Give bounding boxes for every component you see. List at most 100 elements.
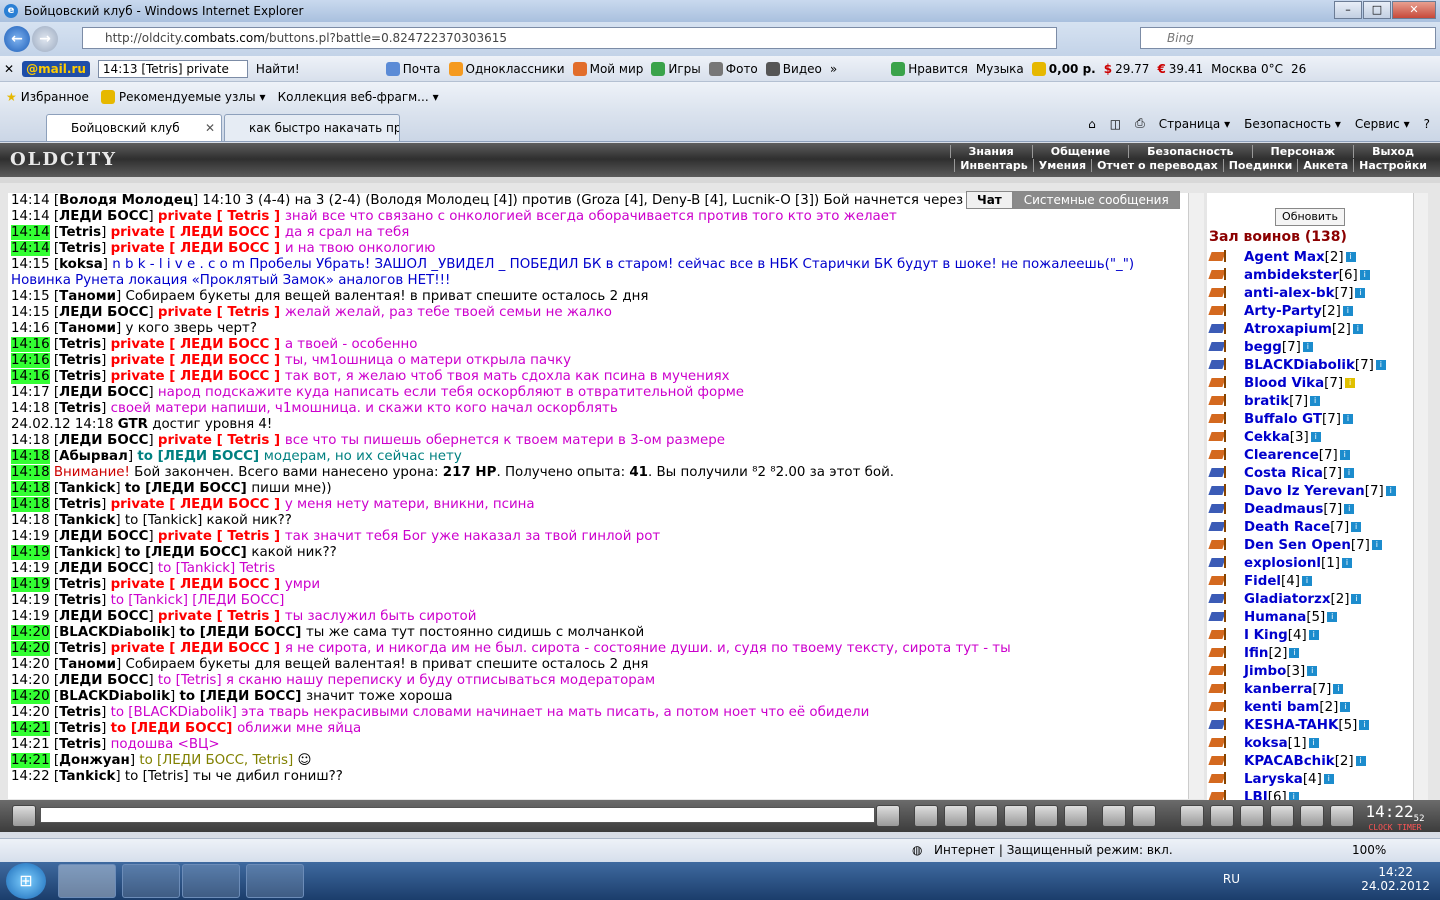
info-icon[interactable]: i <box>1351 594 1362 604</box>
maximize-button[interactable]: □ <box>1363 1 1391 19</box>
chat-fragment[interactable]: Абырвал <box>59 449 128 464</box>
more-chevron[interactable]: » <box>830 62 837 76</box>
enter-battle-icon[interactable] <box>1208 699 1232 715</box>
chat-time[interactable]: 14:18 <box>11 465 50 480</box>
photo-link[interactable]: Фото <box>708 61 758 76</box>
enter-battle-icon[interactable] <box>1208 303 1232 319</box>
chat-time[interactable]: 14:18 <box>11 513 50 528</box>
enter-battle-icon[interactable] <box>1208 555 1232 571</box>
info-icon[interactable]: i <box>1323 774 1334 784</box>
user-name[interactable]: Atroxapium <box>1244 322 1332 337</box>
tab-system-messages[interactable]: Системные сообщения <box>1012 191 1180 209</box>
user-name[interactable]: Agent Max <box>1244 250 1325 265</box>
chat-fragment[interactable]: ЛЕДИ БОСС <box>59 385 148 400</box>
chat-fragment[interactable]: Tetris <box>59 225 101 240</box>
forward-button[interactable]: → <box>32 26 58 52</box>
info-icon[interactable]: i <box>1343 468 1354 478</box>
user-row[interactable]: Buffalo GT [7] i <box>1207 410 1427 428</box>
user-row[interactable]: explosionl [1] i <box>1207 554 1427 572</box>
chat-fragment[interactable]: to [ЛЕДИ БОСС] <box>180 689 306 704</box>
chat-fragment[interactable]: Tetris <box>59 737 101 752</box>
enter-battle-icon[interactable] <box>1208 771 1232 787</box>
enter-battle-icon[interactable] <box>1208 789 1232 800</box>
chat-fragment[interactable]: ЛЕДИ БОСС <box>59 609 148 624</box>
chat-time[interactable]: 14:21 <box>11 753 50 768</box>
chat-fragment[interactable]: to [ЛЕДИ БОСС] <box>125 545 251 560</box>
menu-knowledge[interactable]: Знания <box>949 145 1032 158</box>
enter-battle-icon[interactable] <box>1208 447 1232 463</box>
info-icon[interactable]: i <box>1308 630 1319 640</box>
chat-fragment[interactable]: Tetris <box>59 705 101 720</box>
info-icon[interactable]: i <box>1310 396 1321 406</box>
close-button[interactable]: ✕ <box>1392 1 1436 19</box>
info-icon[interactable]: i <box>1333 684 1344 694</box>
chat-fragment[interactable]: to [ЛЕДИ БОСС] <box>125 481 251 496</box>
enter-battle-icon[interactable] <box>1208 501 1232 517</box>
info-icon[interactable]: i <box>1371 540 1382 550</box>
help-icon[interactable]: ? <box>1424 117 1430 131</box>
chat-fragment[interactable]: to [ЛЕДИ БОСС] <box>180 625 306 640</box>
chat-time[interactable]: 24.02.12 14:18 <box>11 417 113 432</box>
user-row[interactable]: Blood Vika [7] i <box>1207 374 1427 392</box>
info-icon[interactable]: i <box>1307 666 1318 676</box>
enter-battle-icon[interactable] <box>1208 339 1232 355</box>
info-icon[interactable]: i <box>1302 342 1313 352</box>
menu-communication[interactable]: Общение <box>1031 145 1128 158</box>
user-row[interactable]: begg [7] i <box>1207 338 1427 356</box>
user-name[interactable]: Arty-Party <box>1244 304 1322 319</box>
enter-battle-icon[interactable] <box>1208 249 1232 265</box>
chat-time[interactable]: 14:19 <box>11 545 50 560</box>
user-name[interactable]: Davo Iz Yerevan <box>1244 484 1365 499</box>
enter-battle-icon[interactable] <box>1208 393 1232 409</box>
info-icon[interactable]: i <box>1359 270 1370 280</box>
enter-battle-icon[interactable] <box>1208 753 1232 769</box>
chat-fragment[interactable]: Tankick <box>59 481 115 496</box>
favorites-button[interactable]: ★ Избранное <box>6 90 89 104</box>
refresh-button[interactable]: Обновить <box>1275 208 1345 226</box>
user-row[interactable]: Ifin [2] i <box>1207 644 1427 662</box>
tray-time[interactable]: 14:22 <box>1361 865 1430 879</box>
chat-time[interactable]: 14:20 <box>11 705 50 720</box>
tab-chat[interactable]: Чат <box>966 191 1013 209</box>
user-name[interactable]: Costa Rica <box>1244 466 1323 481</box>
user-row[interactable]: kanberra [7] i <box>1207 680 1427 698</box>
info-icon[interactable]: i <box>1355 288 1366 298</box>
user-row[interactable]: bratik [7] i <box>1207 392 1427 410</box>
info-icon[interactable]: i <box>1351 522 1362 532</box>
chat-time[interactable]: 14:18 <box>11 497 50 512</box>
weather-widget[interactable]: Москва 0°C <box>1211 62 1283 76</box>
video-link[interactable]: Видео <box>765 61 822 76</box>
counter-widget[interactable]: 26 <box>1291 62 1306 76</box>
info-icon[interactable]: i <box>1327 612 1338 622</box>
user-name[interactable]: KPACABchik <box>1244 754 1335 769</box>
tab-yandex[interactable]: как быстро накачать пре... <box>224 114 400 141</box>
chat-time[interactable]: 14:19 <box>11 561 50 576</box>
user-name[interactable]: Deadmaus <box>1244 502 1323 517</box>
info-icon[interactable]: i <box>1385 486 1396 496</box>
user-name[interactable]: begg <box>1244 340 1282 355</box>
info-icon[interactable]: i <box>1355 756 1366 766</box>
user-name[interactable]: anti-alex-bk <box>1244 286 1335 301</box>
enter-battle-icon[interactable] <box>1208 357 1232 373</box>
chat-fragment[interactable]: Tetris <box>59 401 101 416</box>
chat-settings-icon[interactable] <box>1132 805 1156 827</box>
chat-time[interactable]: 14:22 <box>11 769 50 784</box>
user-row[interactable]: Jimbo [3] i <box>1207 662 1427 680</box>
chat-time[interactable]: 14:20 <box>11 625 50 640</box>
taskbar-ie[interactable] <box>58 864 116 898</box>
info-icon[interactable]: i <box>1310 432 1321 442</box>
user-row[interactable]: anti-alex-bk [7] i <box>1207 284 1427 302</box>
chat-time[interactable]: 14:14 <box>11 209 50 224</box>
toolbar-close-icon[interactable]: ✕ <box>4 62 14 76</box>
zoom-level[interactable]: 100% <box>1352 843 1386 857</box>
chat-time[interactable]: 14:15 <box>11 289 50 304</box>
start-button[interactable]: ⊞ <box>6 863 46 899</box>
user-row[interactable]: Agent Max [2] i <box>1207 248 1427 266</box>
chat-fragment[interactable]: Донжуан <box>59 753 130 768</box>
bag-icon[interactable] <box>1180 805 1204 827</box>
tray-date[interactable]: 24.02.2012 <box>1361 879 1430 893</box>
minimize-button[interactable]: – <box>1334 1 1362 19</box>
user-name[interactable]: Death Race <box>1244 520 1330 535</box>
enter-battle-icon[interactable] <box>1208 537 1232 553</box>
money-widget[interactable]: 0,00 р. <box>1031 61 1096 76</box>
